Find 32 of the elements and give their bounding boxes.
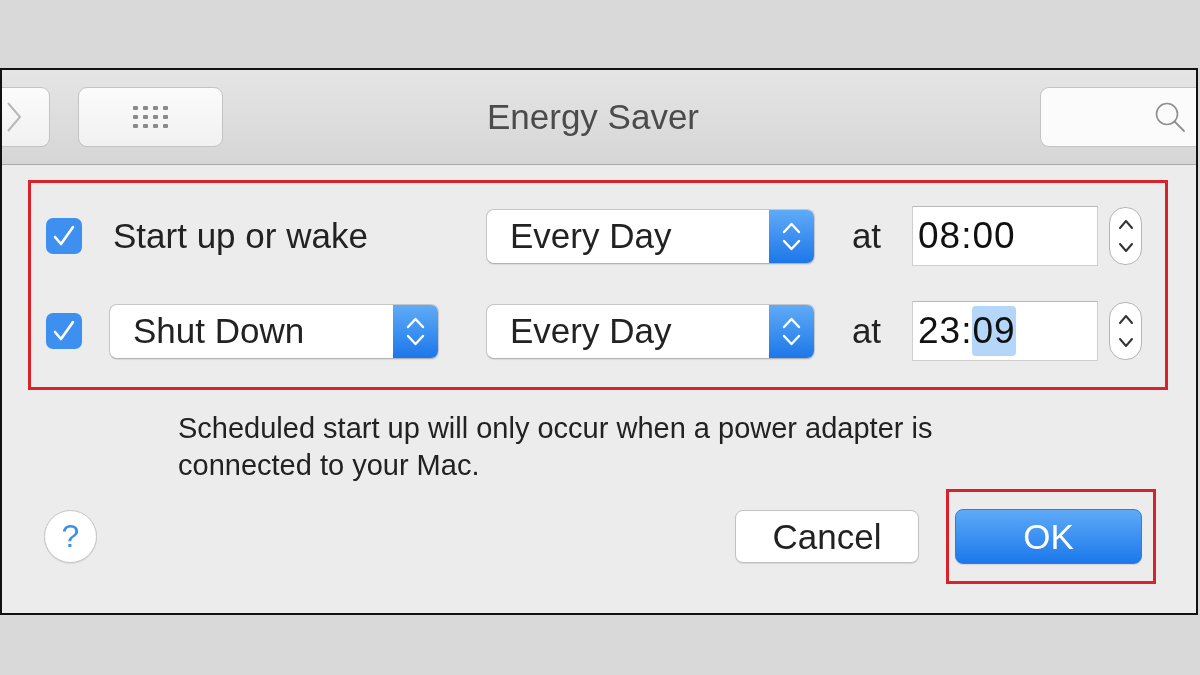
time-segment[interactable]: 23 (918, 306, 962, 356)
stepper-button[interactable] (1109, 302, 1142, 360)
up-down-arrows-icon (1117, 314, 1134, 348)
days-popup[interactable]: Every Day (486, 303, 815, 359)
up-down-arrows-icon (769, 209, 814, 263)
event-popup[interactable]: Shut Down (109, 303, 439, 359)
dot-grid-icon (132, 106, 169, 128)
time-segment[interactable]: 09 (972, 306, 1016, 356)
days-popup[interactable]: Every Day (486, 208, 815, 264)
checkbox[interactable] (46, 218, 82, 254)
window-title: Energy Saver (486, 97, 700, 137)
at-label: at (850, 311, 882, 351)
forward-button[interactable] (2, 87, 50, 147)
event-label: Start up or wake (112, 216, 368, 256)
note-text: Scheduled start up will only occur when a power adapter is connected to your Mac. (178, 411, 934, 483)
search-icon (1154, 101, 1186, 133)
show-all-button[interactable] (78, 87, 223, 147)
stepper-button[interactable] (1109, 207, 1142, 265)
search-field[interactable] (1040, 87, 1196, 147)
up-down-arrows-icon (1117, 219, 1134, 253)
time-field[interactable]: 23:09 (912, 301, 1098, 361)
time-separator: : (961, 310, 973, 352)
at-label: at (850, 216, 882, 256)
up-down-arrows-icon (769, 304, 814, 358)
time-segment[interactable]: 00 (972, 211, 1016, 261)
time-separator: : (961, 215, 973, 257)
time-segment[interactable]: 08 (918, 211, 962, 261)
chevron-right-icon (6, 101, 22, 133)
cancel-button[interactable]: Cancel (735, 510, 919, 563)
up-down-arrows-icon (393, 304, 438, 358)
checkbox[interactable] (46, 313, 82, 349)
time-field[interactable]: 08:00 (912, 206, 1098, 266)
